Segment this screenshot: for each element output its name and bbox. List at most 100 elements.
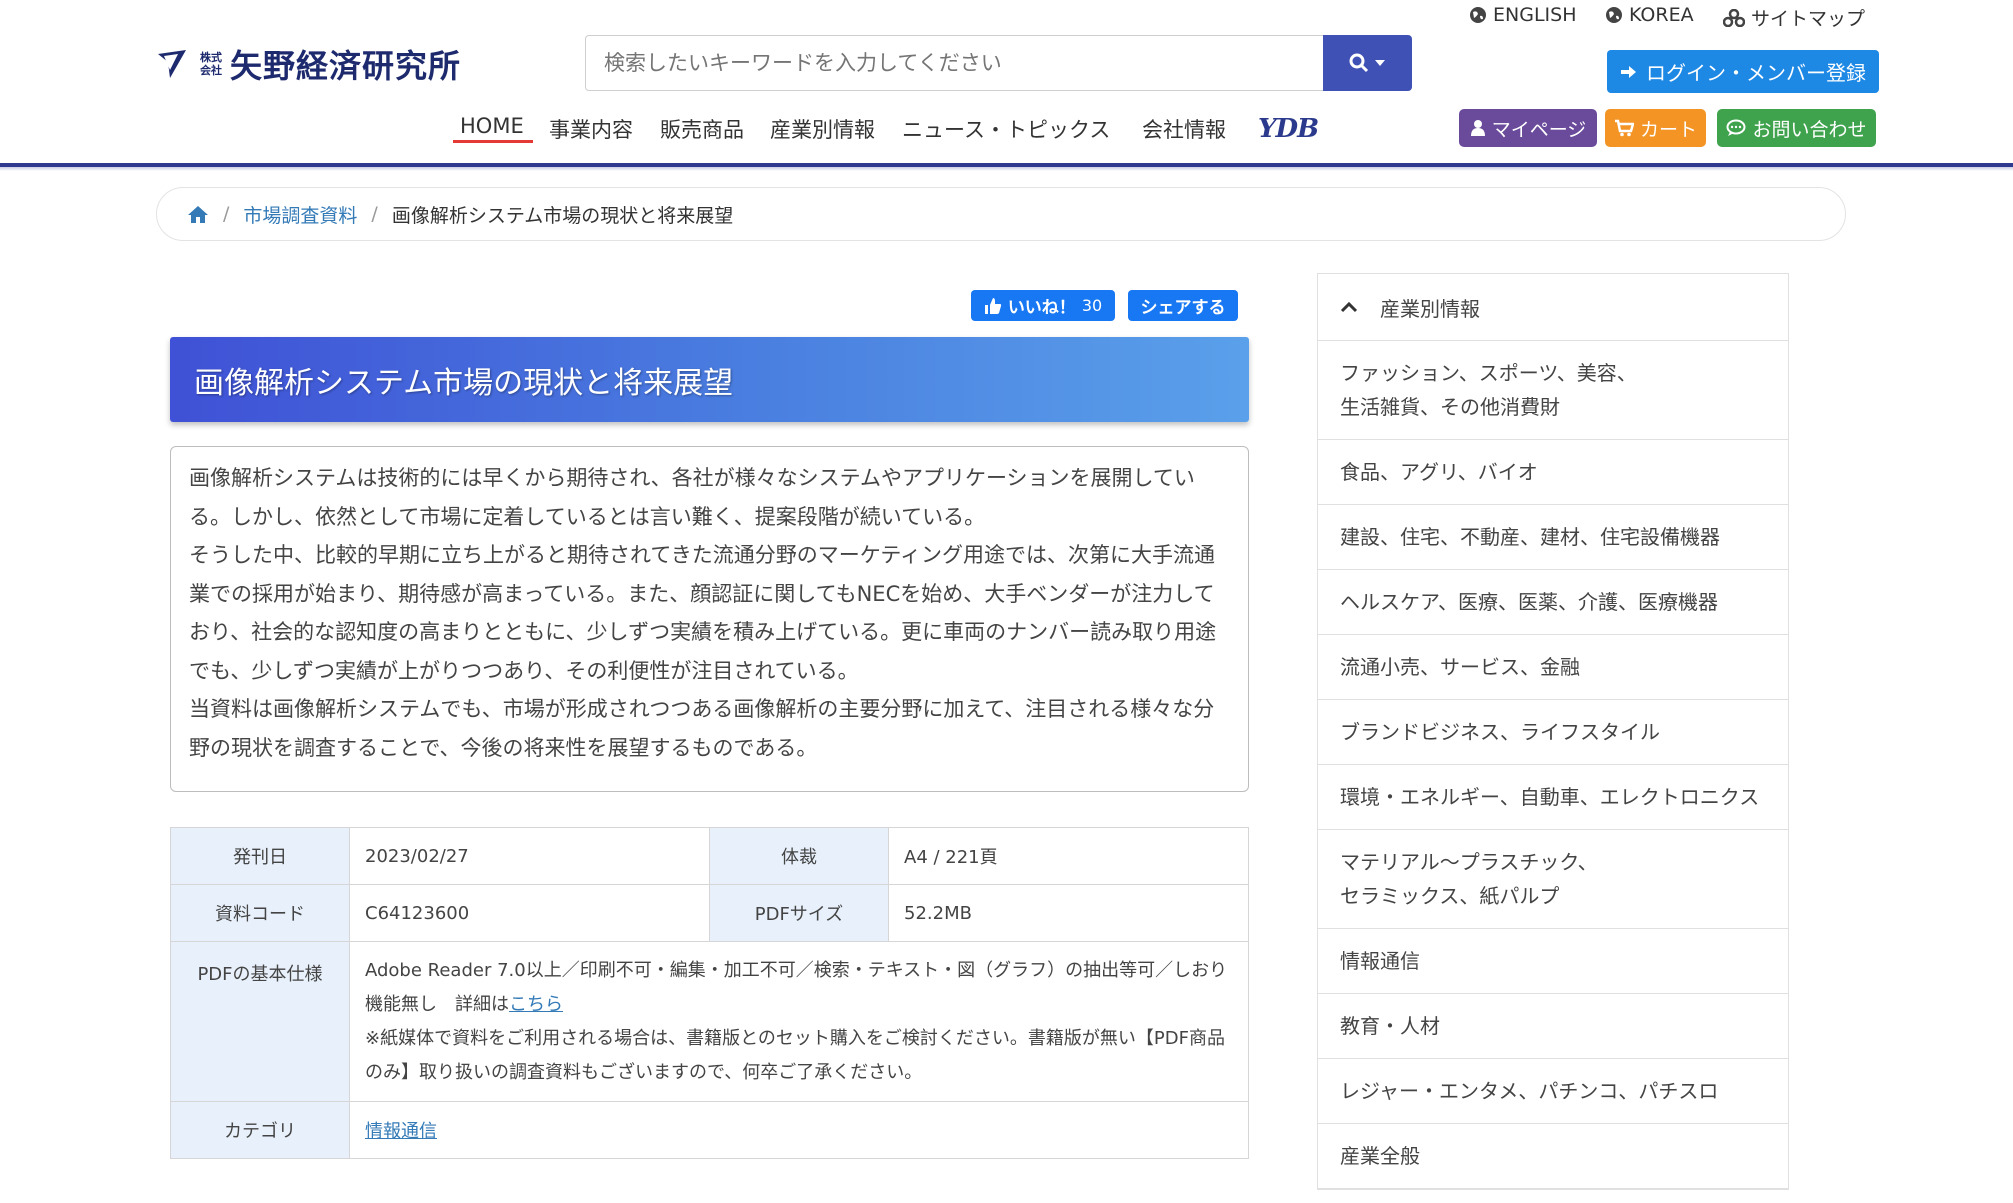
table-row: PDFの基本仕様 Adobe Reader 7.0以上／印刷不可・編集・加工不可… <box>170 941 1249 1102</box>
cart-button[interactable]: カート <box>1605 109 1706 147</box>
pdf-spec-details-link[interactable]: こちら <box>509 994 563 1015</box>
logo-kabushiki-kaisha: 株式 会社 <box>200 51 222 77</box>
sidebar-item-label: 生活雑貨、その他消費財 <box>1340 395 1560 419</box>
code-label: 資料コード <box>170 884 350 942</box>
caret-down-icon <box>1375 60 1385 66</box>
sidebar-item-general[interactable]: 産業全般 <box>1318 1124 1788 1189</box>
ydb-logo-link[interactable]: YDB <box>1258 114 1319 144</box>
description-paragraph: 画像解析システムは技術的には早くから期待され、各社が様々なシステムやアプリケーシ… <box>189 466 1195 529</box>
sidebar-item-label: 環境・エネルギー、自動車、エレクトロニクス <box>1340 785 1760 809</box>
company-name: 矢野経済研究所 <box>230 47 462 85</box>
globe-icon <box>1470 7 1486 23</box>
pdf-spec-value: Adobe Reader 7.0以上／印刷不可・編集・加工不可／検索・テキスト・… <box>365 959 1228 1015</box>
like-label: いいね！ <box>1007 298 1076 318</box>
pdf-size-value: 52.2MB <box>888 884 1249 942</box>
company-logo[interactable]: 株式 会社 矢野経済研究所 <box>156 44 462 85</box>
sidebar-item-label: ブランドビジネス、ライフスタイル <box>1340 720 1660 744</box>
sidebar-item-environment[interactable]: 環境・エネルギー、自動車、エレクトロニクス <box>1318 765 1788 830</box>
sidebar-item-construction[interactable]: 建設、住宅、不動産、建材、住宅設備機器 <box>1318 505 1788 570</box>
korea-link[interactable]: KOREA <box>1605 4 1694 26</box>
sidebar-item-leisure[interactable]: レジャー・エンタメ、パチンコ、パチスロ <box>1318 1059 1788 1124</box>
pdf-size-label: PDFサイズ <box>709 884 889 942</box>
sidebar-item-label: ファッション、スポーツ、美容、 <box>1340 361 1637 385</box>
sidebar-item-retail[interactable]: 流通小売、サービス、金融 <box>1318 635 1788 700</box>
pdf-spec-label: PDFの基本仕様 <box>170 941 350 1102</box>
cart-label: カート <box>1639 118 1697 141</box>
like-count: 30 <box>1081 296 1103 315</box>
globe-icon <box>1606 7 1622 23</box>
header-divider-shadow <box>0 167 2013 171</box>
sidebar-item-healthcare[interactable]: ヘルスケア、医療、医薬、介護、医療機器 <box>1318 570 1788 635</box>
nav-item-company[interactable]: 会社情報 <box>1142 114 1226 144</box>
share-label: シェアする <box>1140 298 1226 318</box>
pdf-spec-cell: Adobe Reader 7.0以上／印刷不可・編集・加工不可／検索・テキスト・… <box>349 941 1249 1102</box>
login-register-button[interactable]: ログイン・メンバー登録 <box>1607 50 1879 93</box>
sidebar-item-food[interactable]: 食品、アグリ、バイオ <box>1318 440 1788 505</box>
sitemap-label: サイトマップ <box>1751 8 1866 30</box>
sidebar-item-fashion[interactable]: ファッション、スポーツ、美容、 生活雑貨、その他消費財 <box>1318 341 1788 440</box>
breadcrumb-separator: / <box>371 203 378 225</box>
korea-label: KOREA <box>1629 4 1694 26</box>
logo-kaisha: 会社 <box>200 64 222 77</box>
nav-item-products[interactable]: 販売商品 <box>660 114 744 144</box>
search-button[interactable] <box>1323 35 1412 91</box>
contact-label: お問い合わせ <box>1752 118 1867 141</box>
breadcrumb: / 市場調査資料 / 画像解析システム市場の現状と将来展望 <box>156 187 1846 241</box>
facebook-share-button[interactable]: シェアする <box>1128 290 1238 321</box>
sidebar-heading-label: 産業別情報 <box>1380 296 1480 321</box>
table-row: カテゴリ 情報通信 <box>170 1101 1249 1159</box>
search-input[interactable] <box>585 35 1324 91</box>
format-label: 体裁 <box>709 827 889 885</box>
nav-item-business[interactable]: 事業内容 <box>549 114 633 144</box>
category-link[interactable]: 情報通信 <box>365 1121 437 1142</box>
logo-kabushiki: 株式 <box>200 51 222 64</box>
chevron-up-icon <box>1340 301 1358 313</box>
nav-item-news-topics[interactable]: ニュース・トピックス <box>902 114 1110 144</box>
sitemap-icon <box>1723 8 1745 27</box>
category-label: カテゴリ <box>170 1101 350 1159</box>
page-title: 画像解析システム市場の現状と将来展望 <box>170 337 1249 422</box>
search-icon <box>1349 53 1369 73</box>
breadcrumb-market-research[interactable]: 市場調査資料 <box>243 201 357 228</box>
sidebar-item-education[interactable]: 教育・人材 <box>1318 994 1788 1059</box>
format-value: A4 / 221頁 <box>888 827 1249 885</box>
home-icon[interactable] <box>187 204 209 224</box>
code-value: C64123600 <box>349 884 710 942</box>
english-link[interactable]: ENGLISH <box>1469 4 1576 26</box>
sidebar-item-label: 情報通信 <box>1340 949 1420 973</box>
chat-bubble-icon <box>1726 119 1746 136</box>
sidebar-item-label: レジャー・エンタメ、パチンコ、パチスロ <box>1340 1079 1719 1103</box>
contact-button[interactable]: お問い合わせ <box>1717 109 1876 147</box>
thumbs-up-icon <box>984 297 1001 314</box>
report-description: 画像解析システムは技術的には早くから期待され、各社が様々なシステムやアプリケーシ… <box>170 446 1249 792</box>
sidebar-item-label: 産業全般 <box>1340 1144 1420 1168</box>
pdf-spec-note: ※紙媒体で資料をご利用される場合は、書籍版とのセット購入をご検討ください。書籍版… <box>365 1027 1225 1083</box>
category-cell: 情報通信 <box>349 1101 1249 1159</box>
mypage-label: マイページ <box>1491 118 1587 141</box>
nav-item-home[interactable]: HOME <box>460 114 524 138</box>
report-spec-table: 発刊日 2023/02/27 体裁 A4 / 221頁 資料コード C64123… <box>170 827 1249 1159</box>
nav-home-active-underline <box>453 140 533 143</box>
sidebar-item-material[interactable]: マテリアル～プラスチック、 セラミックス、紙パルプ <box>1318 830 1788 929</box>
sidebar-heading[interactable]: 産業別情報 <box>1318 274 1788 341</box>
logo-mark-icon <box>158 50 186 78</box>
breadcrumb-separator: / <box>223 203 230 225</box>
table-row: 資料コード C64123600 PDFサイズ 52.2MB <box>170 884 1249 942</box>
issue-date-label: 発刊日 <box>170 827 350 885</box>
english-label: ENGLISH <box>1493 4 1577 26</box>
sidebar-item-label: 教育・人材 <box>1340 1014 1440 1038</box>
facebook-like-button[interactable]: いいね！ 30 <box>971 290 1115 321</box>
sidebar-item-label: マテリアル～プラスチック、 <box>1340 850 1598 874</box>
sidebar-item-ict[interactable]: 情報通信 <box>1318 929 1788 994</box>
mypage-button[interactable]: マイページ <box>1459 109 1597 147</box>
table-row: 発刊日 2023/02/27 体裁 A4 / 221頁 <box>170 827 1249 885</box>
sidebar-item-brand[interactable]: ブランドビジネス、ライフスタイル <box>1318 700 1788 765</box>
user-icon <box>1470 120 1485 136</box>
issue-date-value: 2023/02/27 <box>349 827 710 885</box>
sidebar-item-label: 建設、住宅、不動産、建材、住宅設備機器 <box>1340 525 1720 549</box>
description-paragraph: そうした中、比較的早期に立ち上がると期待されてきた流通分野のマーケティング用途で… <box>189 543 1217 683</box>
sitemap-link[interactable]: サイトマップ <box>1723 4 1865 31</box>
nav-item-industry[interactable]: 産業別情報 <box>770 114 875 144</box>
breadcrumb-current: 画像解析システム市場の現状と将来展望 <box>391 204 734 227</box>
sidebar-item-label: 食品、アグリ、バイオ <box>1340 460 1538 484</box>
